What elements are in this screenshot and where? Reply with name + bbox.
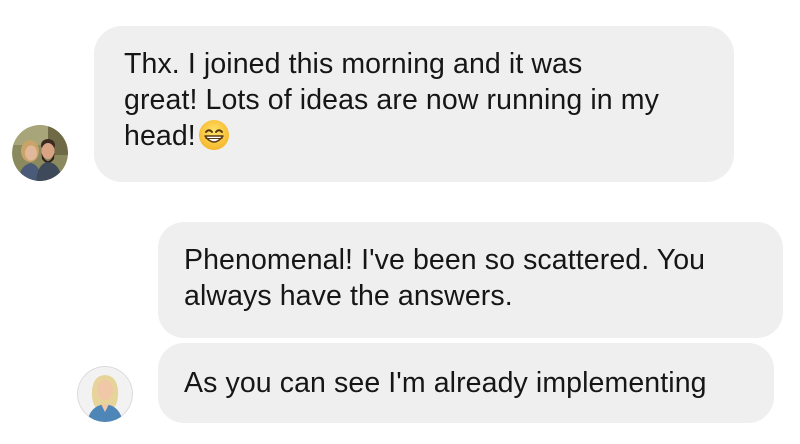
woman-photo-icon — [77, 366, 133, 422]
grinning-face-emoji-icon — [198, 119, 230, 151]
message-bubble-received[interactable]: Thx. I joined this morning and it was gr… — [94, 26, 734, 182]
avatar-sender-couple[interactable] — [12, 125, 68, 181]
message-text: Phenomenal! I've been so scattered. You … — [184, 244, 706, 312]
message-bubble-sent[interactable]: As you can see I'm already implementing — [158, 343, 774, 423]
couple-photo-icon — [12, 125, 68, 181]
message-text: As you can see I'm already implementing — [184, 367, 707, 399]
message-bubble-sent[interactable]: Phenomenal! I've been so scattered. You … — [158, 222, 783, 338]
avatar-sender-woman[interactable] — [77, 366, 133, 422]
